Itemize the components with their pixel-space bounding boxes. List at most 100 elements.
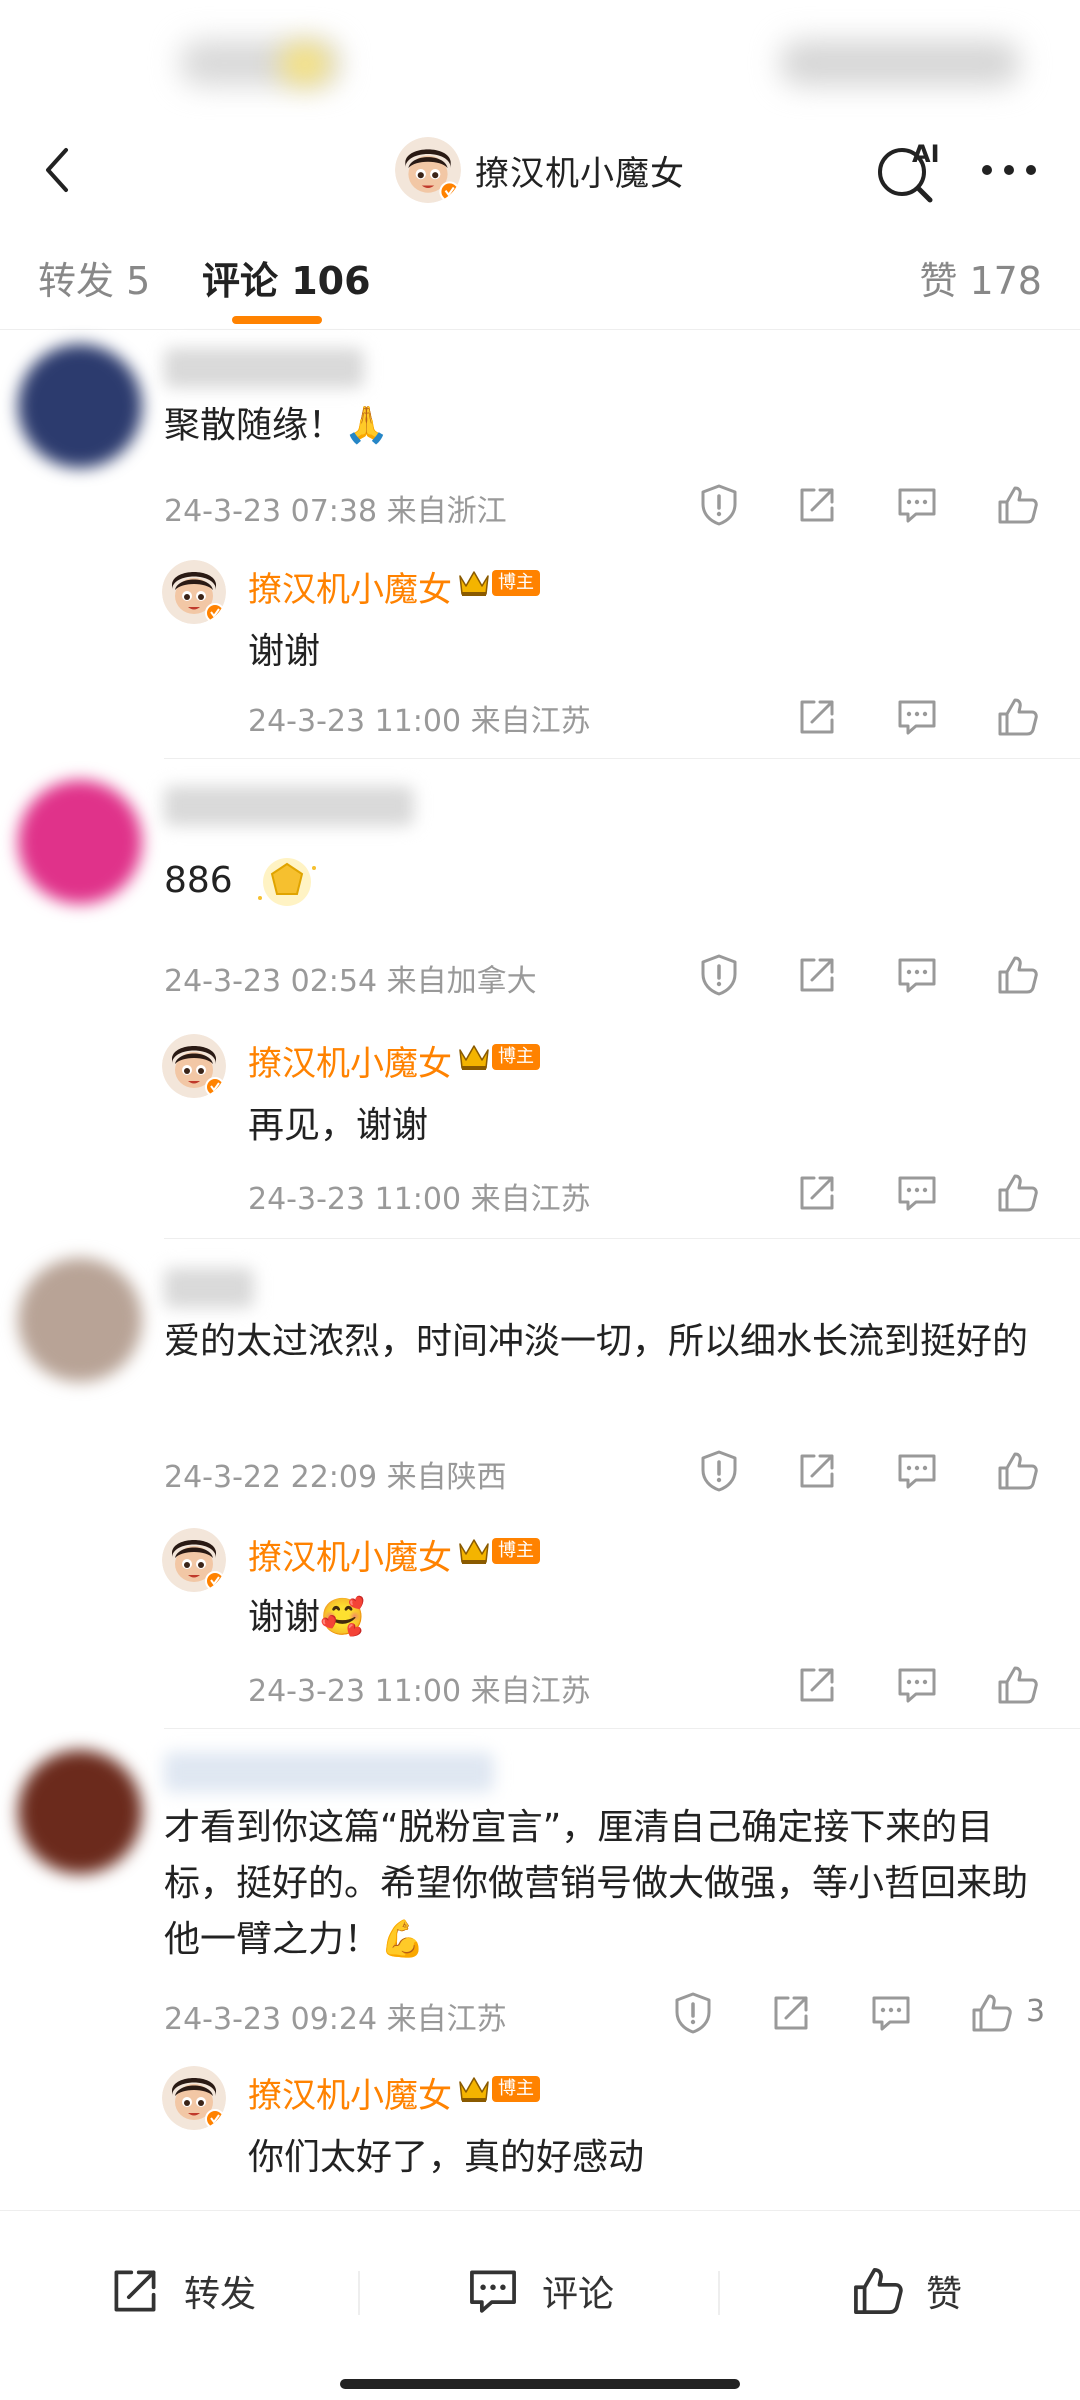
crown-icon	[456, 2072, 492, 2106]
page-title: 撩汉机小魔女	[475, 153, 685, 194]
avatar[interactable]	[162, 1528, 226, 1592]
home-indicator[interactable]	[340, 2379, 740, 2389]
comment-item: 爱的太过浓烈，时间冲淡一切，所以细水长流到挺好的 24-3-22 22:09 来…	[0, 1252, 1080, 1732]
status-bar	[0, 0, 1080, 120]
comment-icon[interactable]	[892, 480, 942, 530]
report-icon[interactable]	[668, 1988, 718, 2038]
divider	[164, 1238, 1080, 1239]
repost-icon	[114, 2270, 156, 2312]
comment-meta: 24-3-23 09:24 来自江苏	[164, 2002, 507, 2037]
like-button[interactable]: 赞	[846, 2251, 962, 2331]
like-icon	[854, 2268, 903, 2314]
comment-text: 886	[164, 852, 1044, 912]
share-icon[interactable]	[792, 1660, 842, 1710]
nav-bar: 撩汉机小魔女 AI	[0, 120, 1080, 220]
separator	[358, 2271, 360, 2315]
comment-icon[interactable]	[892, 692, 942, 742]
tab-repost[interactable]: 转发 5	[38, 250, 150, 305]
comment-button[interactable]: 评论	[462, 2251, 614, 2331]
report-icon[interactable]	[694, 1446, 744, 1496]
ai-search-icon[interactable]: AI	[868, 130, 948, 210]
report-icon[interactable]	[694, 480, 744, 530]
reply-meta: 24-3-23 11:00 来自江苏	[248, 1674, 591, 1709]
status-blur-right	[780, 40, 1020, 86]
like-icon[interactable]	[992, 950, 1042, 1000]
comment-icon[interactable]	[892, 1660, 942, 1710]
like-icon[interactable]	[992, 692, 1042, 742]
tab-comments[interactable]: 评论 106	[202, 250, 371, 305]
blogger-badge: 博主	[456, 566, 540, 600]
comment-text: 才看到你这篇“脱粉宣言”，厘清自己确定接下来的目标，挺好的。希望你做营销号做大做…	[164, 1807, 1029, 1960]
like-icon[interactable]	[992, 480, 1042, 530]
reply-author[interactable]: 撩汉机小魔女	[248, 2068, 452, 2117]
reply-author[interactable]: 撩汉机小魔女	[248, 1036, 452, 1085]
share-icon[interactable]	[792, 950, 842, 1000]
avatar[interactable]	[395, 137, 461, 203]
like-icon[interactable]	[992, 1446, 1042, 1496]
like-icon[interactable]	[992, 1660, 1042, 1710]
blogger-badge: 博主	[456, 1534, 540, 1568]
share-icon[interactable]	[766, 1988, 816, 2038]
reply-author[interactable]: 撩汉机小魔女	[248, 562, 452, 611]
commenter-avatar[interactable]	[18, 1750, 142, 1874]
reply-meta: 24-3-23 11:00 来自江苏	[248, 704, 591, 739]
comment-meta: 24-3-22 22:09 来自陕西	[164, 1460, 507, 1495]
crown-icon	[456, 566, 492, 600]
bottom-action-bar: 转发 评论 赞	[0, 2210, 1080, 2400]
divider	[164, 1728, 1080, 1729]
blogger-badge: 博主	[456, 1040, 540, 1074]
crown-icon	[456, 1040, 492, 1074]
share-icon[interactable]	[792, 480, 842, 530]
comment-label: 评论	[542, 2274, 615, 2315]
comment-icon[interactable]	[892, 950, 942, 1000]
comment-meta: 24-3-23 02:54 来自加拿大	[164, 964, 537, 999]
reply-meta: 24-3-23 11:00 来自江苏	[248, 1182, 591, 1217]
reply-text: 谢谢🥰	[248, 1597, 365, 1638]
comment-item: 聚散随缘！🙏 24-3-23 07:38 来自浙江 撩汉机小魔女 博主 谢谢 2…	[0, 340, 1080, 760]
report-icon[interactable]	[694, 950, 744, 1000]
avatar[interactable]	[162, 560, 226, 624]
commenter-avatar[interactable]	[18, 1258, 142, 1382]
tab-active-indicator	[232, 316, 322, 324]
comment-item: 886 24-3-23 02:54 来自加拿大 撩汉机小魔女 博主 再见，谢谢 …	[0, 770, 1080, 1250]
share-icon[interactable]	[792, 1168, 842, 1218]
svg-text:AI: AI	[912, 140, 940, 168]
reply-author[interactable]: 撩汉机小魔女	[248, 1530, 452, 1579]
reply-text: 谢谢	[248, 631, 321, 672]
commenter-avatar[interactable]	[18, 780, 142, 904]
share-icon[interactable]	[792, 692, 842, 742]
repost-label: 转发	[184, 2274, 257, 2315]
like-label: 赞	[926, 2274, 963, 2315]
status-blur-dot	[280, 44, 330, 84]
avatar[interactable]	[162, 1034, 226, 1098]
comment-icon	[470, 2270, 516, 2313]
commenter-name[interactable]	[164, 1752, 494, 1792]
commenter-name[interactable]	[164, 1268, 254, 1308]
repost-button[interactable]: 转发	[104, 2251, 256, 2331]
more-icon[interactable]	[974, 140, 1044, 200]
tab-bar: 转发 5 评论 106 赞 178	[0, 230, 1080, 330]
blogger-badge: 博主	[456, 2072, 540, 2106]
comment-item: 才看到你这篇“脱粉宣言”，厘清自己确定接下来的目标，挺好的。希望你做营销号做大做…	[0, 1742, 1080, 2212]
crown-icon	[456, 1534, 492, 1568]
comment-text: 聚散随缘！🙏	[164, 405, 389, 446]
like-count: 3	[1026, 1994, 1046, 2029]
share-icon[interactable]	[792, 1446, 842, 1496]
comment-icon[interactable]	[866, 1988, 916, 2038]
divider	[164, 758, 1080, 759]
comment-text: 爱的太过浓烈，时间冲淡一切，所以细水长流到挺好的	[164, 1321, 1029, 1362]
like-icon[interactable]	[992, 1168, 1042, 1218]
reply-text: 你们太好了，真的好感动	[248, 2137, 645, 2178]
comment-icon[interactable]	[892, 1446, 942, 1496]
commenter-avatar[interactable]	[18, 344, 142, 468]
like-icon[interactable]	[966, 1988, 1016, 2038]
comment-meta: 24-3-23 07:38 来自浙江	[164, 494, 507, 529]
commenter-name[interactable]	[164, 786, 414, 826]
reply-text: 再见，谢谢	[248, 1105, 429, 1146]
separator	[718, 2271, 720, 2315]
commenter-name[interactable]	[164, 348, 364, 388]
avatar[interactable]	[162, 2066, 226, 2130]
tab-likes[interactable]: 赞 178	[919, 250, 1042, 305]
comment-icon[interactable]	[892, 1168, 942, 1218]
star-badge-icon	[258, 858, 317, 906]
